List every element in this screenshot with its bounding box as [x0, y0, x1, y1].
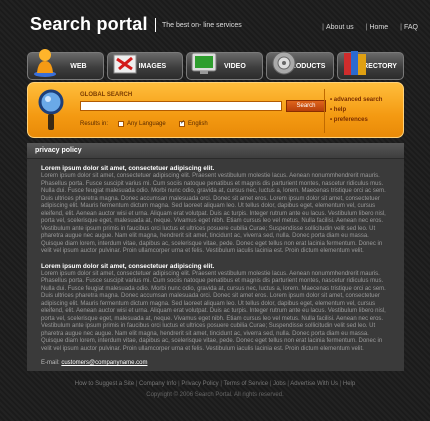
section-heading: Lorem ipsum dolor sit amet, consectetuer…	[41, 165, 215, 172]
footer-link-advertise[interactable]: Advertise With Us	[286, 381, 338, 387]
search-button[interactable]: Search	[286, 100, 326, 112]
search-input[interactable]	[80, 101, 282, 111]
person-icon	[34, 49, 56, 77]
footer-link-jobs[interactable]: Jobs	[268, 381, 286, 387]
footer-link-suggest[interactable]: How to Suggest a Site	[75, 381, 134, 387]
site-logo[interactable]: Search portal	[30, 14, 148, 35]
email-label: E-mail:	[41, 360, 60, 366]
section-text: Lorem ipsum dolor sit amet, consectetuer…	[41, 270, 386, 352]
section-heading: Lorem ipsum dolor sit amet, consectetuer…	[41, 262, 215, 270]
gear-icon	[272, 51, 296, 75]
section-text: Lorem ipsum dolor sit amet, consectetuer…	[41, 173, 386, 254]
main-nav: WEB IMAGES VIDEO PRODUCTS DIRECTORY	[27, 49, 404, 80]
any-language-checkbox[interactable]	[118, 121, 124, 127]
footer-link-privacy[interactable]: Privacy Policy	[176, 381, 218, 387]
preferences-link[interactable]: preferences	[330, 115, 382, 125]
tab-images-label: IMAGES	[138, 62, 167, 70]
books-icon	[344, 51, 367, 75]
search-side-links: advanced search help preferences	[330, 95, 383, 125]
image-icon	[113, 54, 137, 74]
content-panel: privacy policy Lorem ipsum dolor sit ame…	[27, 143, 404, 371]
english-checkbox[interactable]	[179, 119, 185, 127]
email-line: E-mail: customers@companyname.com	[41, 360, 390, 366]
content-body: Lorem ipsum dolor sit amet, consectetuer…	[27, 159, 404, 366]
footer-link-help[interactable]: Help	[338, 381, 355, 387]
global-search-label: GLOBAL SEARCH	[80, 92, 133, 98]
tab-web-label: WEB	[70, 62, 87, 70]
home-link[interactable]: Home	[366, 24, 388, 31]
site-tagline: The best on- line services	[162, 22, 242, 29]
tab-web[interactable]: WEB	[27, 49, 104, 80]
footer-links: How to Suggest a SiteCompany InfoPrivacy…	[0, 381, 430, 387]
email-link[interactable]: customers@companyname.com	[61, 360, 147, 366]
panel-divider	[324, 89, 325, 133]
tab-images[interactable]: IMAGES	[106, 52, 184, 80]
search-panel: GLOBAL SEARCH Search Results in: Any Lan…	[27, 82, 404, 138]
advanced-search-link[interactable]: advanced search	[330, 95, 383, 105]
about-us-link[interactable]: About us	[322, 24, 354, 31]
help-link[interactable]: help	[330, 105, 382, 115]
magnifier-icon	[38, 89, 64, 130]
copyright: Copyright © 2006 Search Portal. All righ…	[146, 392, 284, 398]
footer-link-company[interactable]: Company Info	[134, 381, 176, 387]
tab-directory[interactable]: DIRECTORY	[337, 51, 404, 80]
tab-video-label: VIDEO	[223, 62, 246, 70]
faq-link[interactable]: FAQ	[400, 24, 418, 31]
tab-products[interactable]: PRODUCTS	[265, 51, 335, 80]
top-links: About us Home FAQ	[322, 24, 418, 31]
any-language-label: Any Language	[127, 121, 166, 127]
tab-video[interactable]: VIDEO	[186, 52, 263, 80]
logo-divider	[155, 18, 156, 32]
monitor-icon	[191, 52, 217, 74]
page-title: privacy policy	[27, 144, 404, 159]
footer-link-terms[interactable]: Terms of Service	[219, 381, 268, 387]
english-label: English	[188, 121, 208, 127]
results-in-label: Results in:	[80, 121, 109, 127]
